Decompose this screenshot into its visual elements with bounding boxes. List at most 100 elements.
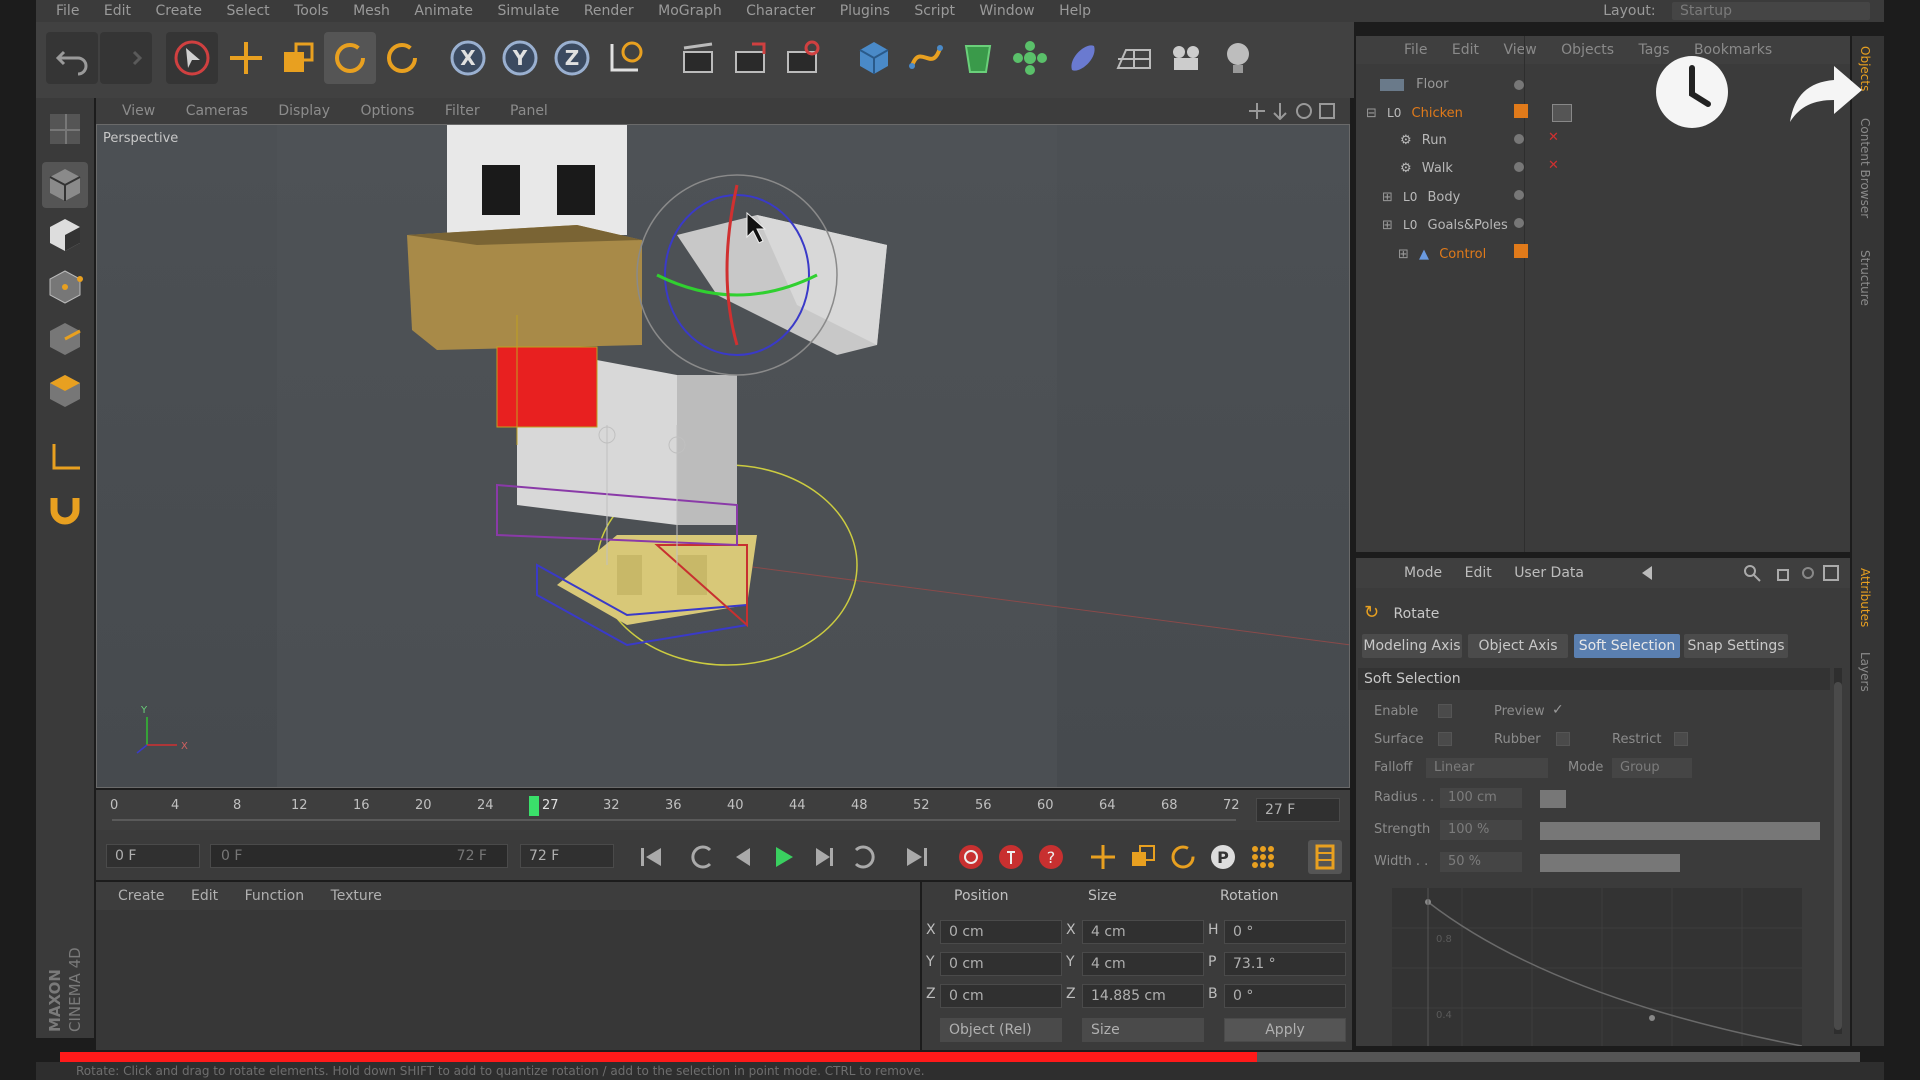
previous-key-icon[interactable] [686, 840, 720, 874]
attr-nav-icons[interactable] [1640, 564, 1840, 586]
expand-icon[interactable]: ⊞ [1398, 247, 1409, 262]
next-frame-icon[interactable] [806, 840, 840, 874]
visibility-dot[interactable] [1514, 218, 1524, 228]
coordinate-system-icon[interactable] [598, 32, 650, 84]
play-icon[interactable] [766, 840, 800, 874]
objects-menu-objects[interactable]: Objects [1561, 36, 1614, 64]
strength-slider[interactable] [1540, 822, 1820, 840]
mode-select[interactable]: Group [1612, 758, 1692, 778]
make-editable-icon[interactable] [42, 106, 88, 152]
radius-field[interactable]: 100 cm [1440, 788, 1522, 808]
object-row-run[interactable]: ⚙ Run [1400, 128, 1447, 154]
z-axis-lock-icon[interactable]: Z [546, 32, 598, 84]
array-icon[interactable] [1004, 32, 1056, 84]
current-frame-field[interactable]: 27 F [1256, 798, 1340, 822]
objects-menu-file[interactable]: File [1404, 36, 1427, 64]
timeline-ruler[interactable]: 0 4 8 12 16 20 24 27 32 36 40 44 48 52 5… [96, 790, 1350, 830]
viewport-menu-options[interactable]: Options [360, 98, 414, 124]
visibility-dot[interactable] [1514, 190, 1524, 200]
keyframe-selection-icon[interactable]: ? [1034, 840, 1068, 874]
tab-layers[interactable]: Layers [1858, 652, 1872, 692]
viewport-menu-display[interactable]: Display [278, 98, 330, 124]
menu-mesh[interactable]: Mesh [353, 0, 390, 22]
menu-window[interactable]: Window [979, 0, 1034, 22]
edges-mode-icon[interactable] [42, 316, 88, 362]
material-menu-function[interactable]: Function [245, 882, 305, 910]
layout-dropdown[interactable]: Startup [1672, 2, 1870, 20]
scale-icon[interactable] [272, 32, 324, 84]
surface-checkbox[interactable] [1438, 732, 1452, 746]
next-key-icon[interactable] [846, 840, 880, 874]
y-axis-lock-icon[interactable]: Y [494, 32, 546, 84]
autokey-icon[interactable] [994, 840, 1028, 874]
size-z-field[interactable]: 14.885 cm [1082, 984, 1204, 1008]
menu-tools[interactable]: Tools [294, 0, 329, 22]
points-mode-icon[interactable] [42, 264, 88, 310]
object-row-walk[interactable]: ⚙ Walk [1400, 156, 1453, 182]
layer-color-swatch[interactable] [1514, 244, 1528, 258]
viewport-nav-icons[interactable] [1248, 102, 1338, 124]
preview-checkbox[interactable]: ✓ [1552, 702, 1564, 718]
previous-frame-icon[interactable] [726, 840, 760, 874]
clock-icon[interactable] [1652, 52, 1732, 132]
texture-mode-icon[interactable] [42, 212, 88, 258]
redo-icon[interactable] [100, 32, 152, 84]
render-view-icon[interactable] [672, 32, 724, 84]
pos-y-field[interactable]: 0 cm [940, 952, 1062, 976]
render-settings-icon[interactable] [776, 32, 828, 84]
frame-range-slider[interactable]: 0 F 72 F [210, 844, 508, 868]
scrollbar-thumb[interactable] [1834, 682, 1842, 1030]
size-x-field[interactable]: 4 cm [1082, 920, 1204, 944]
material-menu-edit[interactable]: Edit [191, 882, 218, 910]
menu-character[interactable]: Character [746, 0, 815, 22]
start-frame-field[interactable]: 0 F [106, 844, 200, 868]
pos-z-field[interactable]: 0 cm [940, 984, 1062, 1008]
viewport-menu-view[interactable]: View [122, 98, 155, 124]
floor-icon[interactable] [1108, 32, 1160, 84]
menu-animate[interactable]: Animate [414, 0, 473, 22]
object-row-control[interactable]: ⊞ ▲ Control [1398, 242, 1486, 268]
move-icon[interactable] [220, 32, 272, 84]
live-select-icon[interactable] [166, 32, 218, 84]
attr-menu-edit[interactable]: Edit [1465, 558, 1492, 588]
material-menu-create[interactable]: Create [118, 882, 165, 910]
object-row-goals-poles[interactable]: ⊞ L0 Goals&Poles [1382, 212, 1508, 238]
polygons-mode-icon[interactable] [42, 368, 88, 414]
key-parameter-icon[interactable]: P [1206, 840, 1240, 874]
restrict-checkbox[interactable] [1674, 732, 1688, 746]
material-menu-texture[interactable]: Texture [331, 882, 382, 910]
coordinate-mode-select[interactable]: Object (Rel) [940, 1018, 1062, 1042]
tab-soft-selection[interactable]: Soft Selection [1574, 634, 1680, 658]
viewport-menu-panel[interactable]: Panel [510, 98, 548, 124]
viewport-menu-filter[interactable]: Filter [445, 98, 480, 124]
menu-simulate[interactable]: Simulate [498, 0, 560, 22]
menu-render[interactable]: Render [584, 0, 634, 22]
visibility-dot[interactable] [1514, 80, 1524, 90]
tab-modeling-axis[interactable]: Modeling Axis [1362, 634, 1462, 658]
strength-field[interactable]: 100 % [1440, 820, 1522, 840]
objects-menu-view[interactable]: View [1503, 36, 1536, 64]
enable-checkbox[interactable] [1438, 704, 1452, 718]
collapse-icon[interactable]: ⊟ [1366, 106, 1377, 121]
timeline-window-icon[interactable] [1308, 840, 1342, 874]
3d-viewport[interactable]: Y X Perspective [96, 124, 1350, 788]
visibility-dot[interactable] [1514, 134, 1524, 144]
undo-icon[interactable] [46, 32, 98, 84]
key-position-icon[interactable] [1086, 840, 1120, 874]
falloff-graph[interactable]: 0.8 0.4 [1392, 888, 1803, 1047]
recent-rotate-icon[interactable] [376, 32, 428, 84]
rot-b-field[interactable]: 0 ° [1224, 984, 1346, 1008]
menu-file[interactable]: File [56, 0, 79, 22]
tag-icon[interactable] [1552, 104, 1572, 122]
radius-slider[interactable] [1540, 790, 1566, 808]
menu-mograph[interactable]: MoGraph [658, 0, 722, 22]
light-icon[interactable] [1212, 32, 1264, 84]
menu-edit[interactable]: Edit [104, 0, 131, 22]
object-row-floor[interactable]: Floor [1380, 72, 1448, 98]
material-manager-area[interactable] [96, 910, 920, 1050]
attr-menu-mode[interactable]: Mode [1404, 558, 1442, 588]
key-scale-icon[interactable] [1126, 840, 1160, 874]
camera-icon[interactable] [1160, 32, 1212, 84]
rot-p-field[interactable]: 73.1 ° [1224, 952, 1346, 976]
spline-icon[interactable] [900, 32, 952, 84]
